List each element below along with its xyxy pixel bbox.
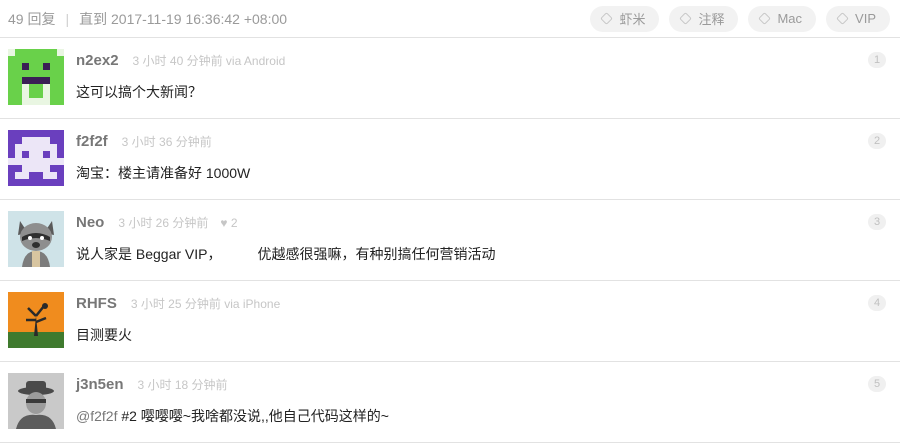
reply-time: 3 小时 36 分钟前 — [121, 135, 212, 149]
reply-time: 3 小时 25 分钟前 via iPhone — [130, 297, 281, 311]
tag-zhushi[interactable]: 注释 — [669, 5, 739, 32]
tag-label: VIP — [855, 11, 876, 26]
tag-xiami[interactable]: 虾米 — [590, 5, 660, 32]
reply-text: #2 嘤嘤嘤~我啥都没说,,他自己代码这样的~ — [117, 408, 389, 424]
tag-label: 虾米 — [619, 12, 646, 27]
last-reply-time: 直到 2017-11-19 16:36:42 +08:00 — [79, 10, 288, 27]
tag-label: 注释 — [698, 12, 725, 27]
avatar[interactable] — [8, 49, 64, 105]
reply-item: RHFS 3 小时 25 分钟前 via iPhone 目测要火 4 — [0, 281, 900, 362]
tag-icon — [600, 12, 614, 25]
username[interactable]: n2ex2 — [76, 52, 119, 69]
tag-vip[interactable]: VIP — [826, 5, 890, 32]
reply-time: 3 小时 18 分钟前 — [137, 378, 228, 392]
reply-content: 这可以搞个大新闻？ — [76, 84, 202, 100]
tag-label: Mac — [777, 11, 803, 26]
tag-icon — [758, 12, 772, 25]
reply-content: @f2f2f #2 嘤嘤嘤~我啥都没说,,他自己代码这样的~ — [76, 406, 389, 426]
avatar[interactable] — [8, 130, 64, 186]
floor-number: 5 — [868, 376, 886, 392]
avatar[interactable] — [8, 211, 64, 267]
tag-icon — [679, 12, 693, 25]
reply-text: 说人家是 Beggar VIP， — [76, 246, 222, 262]
reply-count: 49 回复 — [8, 10, 56, 27]
mention-link[interactable]: @f2f2f — [76, 408, 117, 424]
username[interactable]: Neo — [76, 214, 104, 231]
username[interactable]: j3n5en — [76, 376, 124, 393]
reply-item: j3n5en 3 小时 18 分钟前 @f2f2f #2 嘤嘤嘤~我啥都没说,,… — [0, 362, 900, 443]
reply-text: 优越感很强嘛，有种别搞任何营销活动 — [257, 246, 496, 262]
reply-item: n2ex2 3 小时 40 分钟前 via Android 这可以搞个大新闻？ … — [0, 38, 900, 119]
reply-item: f2f2f 3 小时 36 分钟前 淘宝：楼主请准备好 1000W 2 — [0, 119, 900, 200]
avatar-image — [8, 373, 64, 429]
avatar[interactable] — [8, 373, 64, 429]
avatar[interactable] — [8, 292, 64, 348]
floor-number: 2 — [868, 133, 886, 149]
floor-number: 1 — [868, 52, 886, 68]
heart-icon: ♥ 2 — [220, 216, 238, 230]
tag-mac[interactable]: Mac — [748, 5, 817, 32]
avatar-image — [8, 49, 64, 105]
reply-content: 淘宝：楼主请准备好 1000W — [76, 165, 251, 181]
floor-number: 4 — [868, 295, 886, 311]
avatar-image — [8, 211, 64, 267]
reply-content: 目测要火 — [76, 327, 132, 343]
reply-item: Neo 3 小时 26 分钟前 ♥ 2 说人家是 Beggar VIP， 优越感很… — [0, 200, 900, 281]
tag-icon — [836, 12, 849, 25]
header-separator: | — [65, 10, 70, 27]
reply-time: 3 小时 40 分钟前 via Android — [132, 54, 286, 68]
reply-content: 说人家是 Beggar VIP， 优越感很强嘛，有种别搞任何营销活动 — [76, 244, 496, 264]
reply-time: 3 小时 26 分钟前 — [118, 216, 209, 230]
avatar-image — [8, 292, 64, 348]
avatar-image — [8, 130, 64, 186]
topic-reply-header: 49 回复 | 直到 2017-11-19 16:36:42 +08:00 虾米… — [0, 0, 900, 38]
username[interactable]: RHFS — [76, 295, 117, 312]
username[interactable]: f2f2f — [76, 133, 108, 150]
floor-number: 3 — [868, 214, 886, 230]
